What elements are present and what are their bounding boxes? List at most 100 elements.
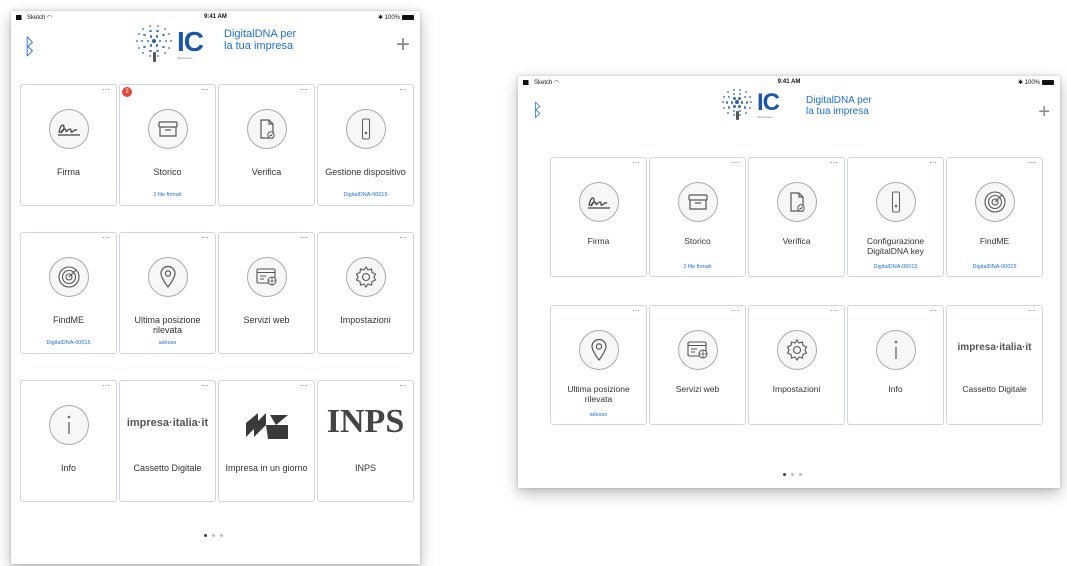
more-options-icon[interactable]: ··· <box>201 382 209 390</box>
tile-subtitle: DigitalDNA-00015 <box>46 340 91 346</box>
tile-label: Verifica <box>782 236 811 246</box>
clock: 9:41 AM <box>204 14 227 20</box>
tile-impresa-in-un-giorno[interactable]: ··· Impresa in un giorno <box>218 380 315 502</box>
browser-globe-icon <box>246 257 287 297</box>
add-button[interactable]: + <box>396 33 410 57</box>
more-options-icon[interactable]: ··· <box>1028 159 1036 167</box>
tile-ultima-posizione-rilevata[interactable]: ··· Ultima posizione rilevata adesso <box>119 232 216 354</box>
gear-icon <box>776 330 817 370</box>
more-options-icon[interactable]: ··· <box>632 307 640 315</box>
tile-label: FindME <box>52 315 84 325</box>
page-dot[interactable] <box>799 473 802 476</box>
tagline-line2: la tua impresa <box>224 40 294 53</box>
tile-firma[interactable]: ··· Firma <box>550 157 647 277</box>
location-pin-icon <box>147 257 188 297</box>
tile-subtitle: adesso <box>589 412 608 418</box>
battery: ✱ 100% <box>1018 79 1054 86</box>
ipad-landscape-screen: Sketch ◠ 9:41 AM ✱ 100% ᛒ IC InfoCamere … <box>518 76 1060 488</box>
tile-info[interactable]: ··· Info <box>847 305 944 425</box>
tile-subtitle: DigitalDNA-00015 <box>873 264 918 270</box>
app-grid: ··· Firma ··· Storico 2 file firmati ··· Verif… <box>550 157 1043 425</box>
more-options-icon[interactable]: ··· <box>929 307 937 315</box>
clock: 9:41 AM <box>777 79 801 85</box>
document-check-icon <box>776 182 817 222</box>
logo-ic: IC <box>757 89 780 116</box>
tile-label: INPS <box>354 463 376 473</box>
tile-label: Ultima posizione rilevata <box>134 315 201 336</box>
notification-badge: 2 <box>122 87 132 97</box>
logo-wordmark: IC InfoCamere <box>757 89 780 120</box>
tile-cassetto-digitale[interactable]: ··· impresa·italia·it Cassetto Digitale <box>946 305 1043 425</box>
tile-label: Impostazioni <box>340 315 391 325</box>
tile-ultima-posizione-rilevata[interactable]: ··· Ultima posizione rilevata adesso <box>550 305 647 425</box>
usb-key-icon <box>875 182 916 222</box>
signature-icon <box>48 109 89 149</box>
more-options-icon[interactable]: ··· <box>102 86 110 94</box>
tile-findme[interactable]: ··· FindME DigitalDNA-00015 <box>946 157 1043 277</box>
tile-storico[interactable]: ··· 2 Storico 2 file firmati <box>119 84 216 206</box>
more-options-icon[interactable]: ··· <box>830 159 838 167</box>
tile-label: Servizi web <box>243 315 290 325</box>
tile-configurazione-digitaldna-key[interactable]: ··· Configurazione DigitalDNA key DigitalD… <box>847 157 944 277</box>
more-options-icon[interactable]: ··· <box>201 86 209 94</box>
page-indicator[interactable] <box>204 534 223 537</box>
info-icon <box>48 405 89 445</box>
more-options-icon[interactable]: ··· <box>399 234 407 242</box>
tile-label: Gestione dispositivo <box>325 167 406 177</box>
tagline: DigitalDNA per la tua impresa <box>806 95 872 117</box>
more-options-icon[interactable]: ··· <box>1028 307 1036 315</box>
page-dot[interactable] <box>791 473 794 476</box>
tile-firma[interactable]: ··· Firma <box>20 84 117 206</box>
tile-servizi-web[interactable]: ··· Servizi web <box>218 232 315 354</box>
tile-impostazioni[interactable]: ··· Impostazioni <box>748 305 845 425</box>
more-options-icon[interactable]: ··· <box>399 86 407 94</box>
document-check-icon <box>246 109 287 149</box>
more-options-icon[interactable]: ··· <box>102 234 110 242</box>
ipad-portrait-screen: Sketch ◠ 9:41 AM ✱ 100% ᛒ IC InfoCamere … <box>11 11 420 564</box>
tile-findme[interactable]: ··· FindME DigitalDNA-00015 <box>20 232 117 354</box>
page-dot[interactable] <box>220 534 223 537</box>
tile-subtitle: 2 file firmati <box>153 192 182 198</box>
tile-impostazioni[interactable]: ··· Impostazioni <box>317 232 414 354</box>
more-options-icon[interactable]: ··· <box>632 159 640 167</box>
tile-servizi-web[interactable]: ··· Servizi web <box>649 305 746 425</box>
more-options-icon[interactable]: ··· <box>201 234 209 242</box>
tile-inps[interactable]: ··· INPS INPS <box>317 380 414 502</box>
page-indicator[interactable] <box>783 473 802 476</box>
page-dot[interactable] <box>783 473 786 476</box>
tile-label: Firma <box>57 167 80 177</box>
more-options-icon[interactable]: ··· <box>731 159 739 167</box>
more-options-icon[interactable]: ··· <box>300 234 308 242</box>
tagline-line2: la tua impresa <box>806 106 869 117</box>
battery-icon <box>402 14 414 20</box>
location-pin-icon <box>578 330 619 370</box>
more-options-icon[interactable]: ··· <box>830 307 838 315</box>
more-options-icon[interactable]: ··· <box>300 382 308 390</box>
page-dot[interactable] <box>204 534 207 537</box>
tile-cassetto-digitale[interactable]: ··· impresa·italia·it Cassetto Digitale <box>119 380 216 502</box>
status-bar: Sketch ◠ 9:41 AM ✱ 100% <box>518 76 1060 88</box>
bluetooth-icon[interactable]: ᛒ <box>532 100 543 121</box>
more-options-icon[interactable]: ··· <box>929 159 937 167</box>
tile-label: FindME <box>979 236 1010 246</box>
bluetooth-icon[interactable]: ᛒ <box>23 34 36 60</box>
more-options-icon[interactable]: ··· <box>731 307 739 315</box>
tile-verifica[interactable]: ··· Verifica <box>218 84 315 206</box>
tile-label: Info <box>888 384 903 394</box>
page-dot[interactable] <box>212 534 215 537</box>
add-button[interactable]: + <box>1038 102 1050 122</box>
radar-icon <box>974 182 1015 222</box>
tile-label: Storico <box>684 236 711 246</box>
usb-key-icon <box>345 109 386 149</box>
more-options-icon[interactable]: ··· <box>102 382 110 390</box>
battery-percent: 100% <box>384 15 400 21</box>
tile-gestione-dispositivo[interactable]: ··· Gestione dispositivo DigitalDNA-00015 <box>317 84 414 206</box>
impresa-italia-logo: impresa·italia·it <box>957 342 1032 353</box>
tile-info[interactable]: ··· Info <box>20 380 117 502</box>
tile-storico[interactable]: ··· Storico 2 file firmati <box>649 157 746 277</box>
tagline: DigitalDNA per la tua impresa <box>224 28 296 52</box>
more-options-icon[interactable]: ··· <box>300 86 308 94</box>
tile-verifica[interactable]: ··· Verifica <box>748 157 845 277</box>
more-options-icon[interactable]: ··· <box>399 382 407 390</box>
info-icon <box>875 330 916 370</box>
